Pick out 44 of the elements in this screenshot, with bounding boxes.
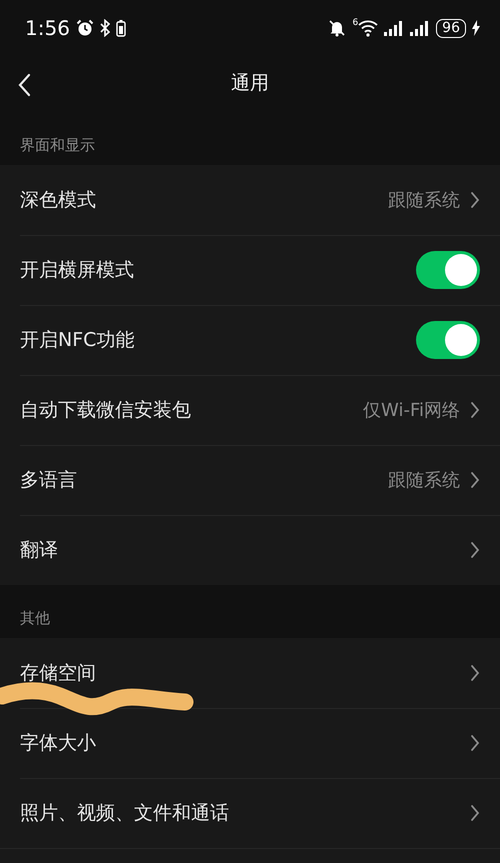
setting-label: 存储空间	[20, 661, 97, 686]
setting-label: 翻译	[20, 538, 59, 563]
signal-icon	[384, 20, 404, 36]
wifi-icon	[358, 19, 378, 37]
bluetooth-icon	[100, 19, 110, 37]
settings-row[interactable]: 字体大小	[0, 708, 500, 778]
signal-icon	[410, 20, 430, 36]
chevron-icon	[470, 191, 480, 209]
settings-row[interactable]: 自动下载微信安装包 仅Wi-Fi网络	[0, 375, 500, 445]
settings-row[interactable]: 开启横屏模式	[0, 235, 500, 305]
chevron-icon	[470, 734, 480, 752]
toggle-switch[interactable]	[416, 321, 480, 359]
page-title: 通用	[231, 71, 269, 96]
settings-row[interactable]: 开启NFC功能	[0, 305, 500, 375]
chevron-icon	[470, 804, 480, 822]
setting-label: 深色模式	[20, 188, 97, 213]
setting-value: 跟随系统	[388, 469, 460, 492]
setting-label: 开启横屏模式	[20, 258, 135, 283]
charging-icon	[472, 20, 480, 36]
battery-level: 96	[436, 18, 466, 38]
setting-label: 照片、视频、文件和通话	[20, 801, 230, 826]
setting-value: 仅Wi-Fi网络	[363, 399, 460, 422]
chevron-icon	[470, 471, 480, 489]
network-type-label: 6	[352, 19, 358, 28]
chevron-icon	[470, 401, 480, 419]
section-title: 界面和显示	[20, 136, 95, 155]
toggle-switch[interactable]	[416, 251, 480, 289]
clock-time: 1:56	[25, 16, 70, 40]
settings-row[interactable]: 存储空间	[0, 638, 500, 708]
setting-label: 自动下载微信安装包	[20, 398, 192, 423]
chevron-icon	[470, 541, 480, 559]
setting-label: 多语言	[20, 468, 78, 493]
settings-row[interactable]: 多语言 跟随系统	[0, 445, 500, 515]
muted-bell-icon	[328, 19, 346, 37]
settings-row[interactable]: 深色模式 跟随系统	[0, 165, 500, 235]
settings-row[interactable]: 翻译	[0, 515, 500, 585]
setting-value: 跟随系统	[388, 189, 460, 212]
setting-label: 字体大小	[20, 731, 97, 756]
setting-label: 开启NFC功能	[20, 328, 136, 353]
section-title: 其他	[20, 609, 50, 628]
settings-row[interactable]: 照片、视频、文件和通话	[0, 778, 500, 848]
alarm-icon	[76, 19, 94, 37]
battery-icon	[116, 19, 126, 37]
chevron-icon	[470, 664, 480, 682]
